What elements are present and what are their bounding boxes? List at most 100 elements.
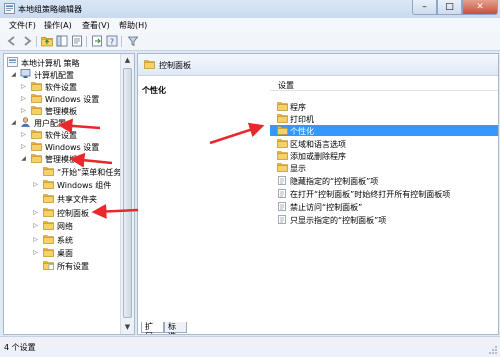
list-item-regional[interactable]: 区域和语言选项 (270, 138, 498, 149)
column-header-label: 设置 (278, 81, 294, 90)
folder-icon (43, 179, 54, 189)
toolbar-separator (36, 36, 37, 47)
tree-label: Windows 设置 (45, 95, 100, 104)
folder-icon (31, 81, 42, 91)
up-folder-icon[interactable] (41, 35, 53, 47)
expand-arrow-icon[interactable]: ▷ (32, 249, 39, 256)
tree-label: 控制面板 (57, 209, 89, 218)
menu-bar: 文件(F) 操作(A) 查看(V) 帮助(H) (0, 18, 500, 33)
menu-action[interactable]: 操作(A) (44, 20, 72, 31)
menu-file[interactable]: 文件(F) (9, 20, 36, 31)
list-item-setting[interactable]: 只显示指定的“控制面板”项 (270, 214, 498, 225)
tree-label: Windows 组件 (57, 181, 112, 190)
title-bar[interactable]: 本地组策略编辑器 – □ ✕ (0, 0, 500, 18)
list-item-label: 显示 (290, 164, 306, 173)
tree-label: 管理模板 (45, 107, 77, 116)
tree-scrollbar[interactable]: ▲ ▼ (120, 54, 134, 334)
folder-icon (144, 59, 155, 69)
tree-node-uc-software[interactable]: ▷ 软件设置 (7, 129, 119, 141)
tree-node-uc-admin[interactable]: ◢ 管理模板 (7, 153, 119, 165)
collapse-arrow-icon[interactable]: ◢ (10, 71, 17, 78)
expand-arrow-icon[interactable]: ▷ (32, 222, 39, 229)
show-hide-tree-icon[interactable] (56, 35, 68, 47)
folder-icon (277, 113, 288, 123)
tree-label: 系统 (57, 236, 73, 245)
tab-extended[interactable]: 扩展 (141, 322, 164, 334)
window-title: 本地组策略编辑器 (18, 5, 82, 14)
properties-icon[interactable] (71, 35, 83, 47)
tree-node-win-components[interactable]: ▷ Windows 组件 (7, 179, 119, 191)
user-icon (20, 117, 31, 127)
all-settings-icon (43, 260, 54, 270)
back-arrow-icon[interactable] (6, 35, 18, 47)
folder-icon (277, 125, 288, 135)
tree-node-control-panel[interactable]: ▷ 控制面板 (7, 207, 119, 219)
resize-grip-icon[interactable] (488, 345, 498, 355)
tree-node-user-config[interactable]: ◢ 用户配置 (7, 117, 119, 129)
toolbar-separator (121, 36, 122, 47)
list-item-label: 个性化 (290, 127, 314, 136)
list-item-programs[interactable]: 程序 (270, 101, 498, 112)
tree-node-cc-windows[interactable]: ▷ Windows 设置 (7, 93, 119, 105)
tree-node-computer-config[interactable]: ◢ 计算机配置 (7, 69, 119, 81)
expand-arrow-icon[interactable]: ▷ (32, 181, 39, 188)
tree-node-system[interactable]: ▷ 系统 (7, 234, 119, 246)
export-list-icon[interactable] (91, 35, 103, 47)
gpedit-window: 本地组策略编辑器 – □ ✕ 文件(F) 操作(A) 查看(V) 帮助(H) ?… (0, 0, 500, 357)
list-item-setting[interactable]: 在打开“控制面板”时始终打开所有控制面板项 (270, 188, 498, 199)
scroll-down-icon[interactable]: ▼ (121, 321, 134, 334)
expand-arrow-icon[interactable]: ▷ (32, 209, 39, 216)
list-item-label: 添加或删除程序 (290, 152, 346, 161)
tree-label: 计算机配置 (34, 71, 74, 80)
svg-text:?: ? (110, 38, 114, 47)
tab-standard[interactable]: 标准 (164, 322, 187, 334)
folder-icon (277, 150, 288, 160)
column-header-settings[interactable]: 设置 (270, 77, 498, 91)
tree-node-uc-windows[interactable]: ▷ Windows 设置 (7, 141, 119, 153)
collapse-arrow-icon[interactable]: ◢ (10, 119, 17, 126)
scroll-up-icon[interactable]: ▲ (121, 54, 134, 67)
tree-node-all-settings[interactable]: 所有设置 (7, 260, 119, 272)
expand-arrow-icon[interactable]: ▷ (20, 107, 27, 114)
tree-label: 共享文件夹 (57, 195, 97, 204)
folder-icon (277, 138, 288, 148)
expand-arrow-icon[interactable]: ▷ (20, 95, 27, 102)
expand-arrow-icon[interactable]: ▷ (20, 83, 27, 90)
forward-arrow-icon[interactable] (21, 35, 33, 47)
list-item-display[interactable]: 显示 (270, 162, 498, 173)
tree-node-start-menu[interactable]: “开始”菜单和任务栏 (7, 166, 129, 178)
tree-node-root[interactable]: 本地计算机 策略 (7, 57, 119, 69)
expand-arrow-icon[interactable]: ▷ (32, 236, 39, 243)
list-item-add-remove[interactable]: 添加或删除程序 (270, 150, 498, 161)
tree-node-network[interactable]: ▷ 网络 (7, 220, 119, 232)
toolbar: ? (0, 33, 500, 51)
folder-icon (43, 247, 54, 257)
list-item-setting[interactable]: 隐藏指定的“控制面板”项 (270, 175, 498, 186)
list-item-setting[interactable]: 禁止访问“控制面板” (270, 201, 498, 212)
console-tree[interactable]: 本地计算机 策略 ◢ 计算机配置 ▷ 软件设置 ▷ Windows 设置 ▷ 管… (3, 53, 135, 335)
tree-node-cc-admin[interactable]: ▷ 管理模板 (7, 105, 119, 117)
expand-arrow-icon[interactable]: ▷ (20, 143, 27, 150)
help-icon[interactable]: ? (106, 35, 118, 47)
collapse-arrow-icon[interactable]: ◢ (20, 155, 27, 162)
expand-arrow-icon[interactable]: ▷ (20, 131, 27, 138)
details-pane: 控制面板 个性化 设置 程序 打印机 个性化 区域和语言选项 添加或删除程序 显… (137, 53, 499, 335)
minimize-button[interactable]: – (412, 0, 437, 15)
menu-view[interactable]: 查看(V) (82, 20, 110, 31)
details-header-title: 控制面板 (159, 61, 191, 70)
close-button[interactable]: ✕ (462, 0, 498, 15)
maximize-button[interactable]: □ (437, 0, 462, 15)
list-item-personalization[interactable]: 个性化 (270, 125, 498, 136)
tree-node-shared-folders[interactable]: 共享文件夹 (7, 193, 119, 205)
scrollbar-thumb[interactable] (123, 68, 132, 318)
tree-label: 所有设置 (57, 262, 89, 271)
menu-help[interactable]: 帮助(H) (119, 20, 147, 31)
setting-icon (278, 176, 286, 185)
tree-node-cc-software[interactable]: ▷ 软件设置 (7, 81, 119, 93)
tree-node-desktop[interactable]: ▷ 桌面 (7, 247, 119, 259)
tree-label: 软件设置 (45, 83, 77, 92)
details-header: 控制面板 (138, 54, 498, 76)
filter-icon[interactable] (127, 35, 139, 47)
setting-icon (278, 202, 286, 211)
list-item-printers[interactable]: 打印机 (270, 113, 498, 124)
